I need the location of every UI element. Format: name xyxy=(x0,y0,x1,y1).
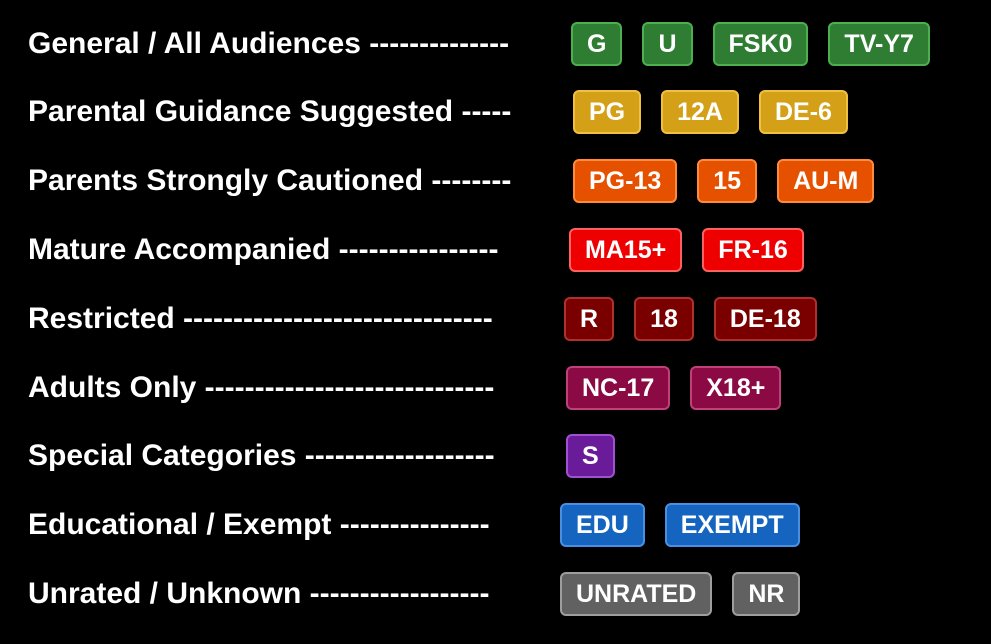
rating-badge: TV-Y7 xyxy=(828,22,930,66)
category-label: Mature Accompanied ---------------- xyxy=(28,233,499,266)
category-label: Educational / Exempt --------------- xyxy=(28,508,490,541)
rating-badge: R xyxy=(564,297,615,341)
badge-group: R 18 DE-18 xyxy=(564,297,817,341)
rating-badge: 15 xyxy=(697,159,758,203)
rating-badge: AU-M xyxy=(777,159,875,203)
category-label: General / All Audiences -------------- xyxy=(28,27,510,60)
rating-row: Parental Guidance Suggested ----- PG 12A DE… xyxy=(0,89,991,135)
rating-badge: PG xyxy=(573,90,642,134)
category-label: Adults Only ----------------------------… xyxy=(28,371,495,404)
rating-badge: EDU xyxy=(560,503,645,547)
badge-group: NC-17 X18+ xyxy=(566,366,782,410)
rating-badge: 12A xyxy=(661,90,739,134)
badge-group: MA15+ FR-16 xyxy=(569,228,804,272)
badge-group: PG-13 15 AU-M xyxy=(573,159,875,203)
badge-group: EDU EXEMPT xyxy=(560,503,800,547)
badge-group: G U FSK0 TV-Y7 xyxy=(571,22,930,66)
category-label: Special Categories ------------------- xyxy=(28,439,495,472)
rating-badge: NR xyxy=(732,572,801,616)
rating-badge: U xyxy=(642,22,693,66)
rating-row: Educational / Exempt --------------- EDU E… xyxy=(0,502,991,548)
category-label: Parents Strongly Cautioned -------- xyxy=(28,164,512,197)
rating-badge: NC-17 xyxy=(566,366,671,410)
rating-badge: DE-6 xyxy=(759,90,848,134)
rating-badge: 18 xyxy=(634,297,694,341)
rating-row: Parents Strongly Cautioned -------- PG-13… xyxy=(0,158,991,204)
badge-group: UNRATED NR xyxy=(560,572,801,616)
rating-row: Mature Accompanied ---------------- MA15+… xyxy=(0,227,991,273)
rating-badge: G xyxy=(571,22,623,66)
rating-row: Special Categories ------------------- S xyxy=(0,433,991,479)
rating-badge: FSK0 xyxy=(712,22,809,66)
rating-row: Adults Only ----------------------------… xyxy=(0,365,991,411)
rating-badge: PG-13 xyxy=(573,159,678,203)
category-label: Unrated / Unknown ------------------ xyxy=(28,577,490,610)
rating-row: Restricted -----------------------------… xyxy=(0,296,991,342)
category-label: Restricted -----------------------------… xyxy=(28,302,493,335)
rating-badge: MA15+ xyxy=(569,228,683,272)
rating-badge: EXEMPT xyxy=(664,503,800,547)
rating-badge: FR-16 xyxy=(702,228,804,272)
badge-group: S xyxy=(566,434,615,478)
rating-badge: DE-18 xyxy=(713,297,817,341)
rating-row: Unrated / Unknown ------------------ UNRA… xyxy=(0,571,991,617)
rating-row: General / All Audiences -------------- G U… xyxy=(0,21,991,67)
category-label: Parental Guidance Suggested ----- xyxy=(28,95,512,128)
rating-badge: UNRATED xyxy=(560,572,713,616)
rating-badge: X18+ xyxy=(690,366,782,410)
rating-badge: S xyxy=(566,434,615,478)
badge-group: PG 12A DE-6 xyxy=(573,90,848,134)
